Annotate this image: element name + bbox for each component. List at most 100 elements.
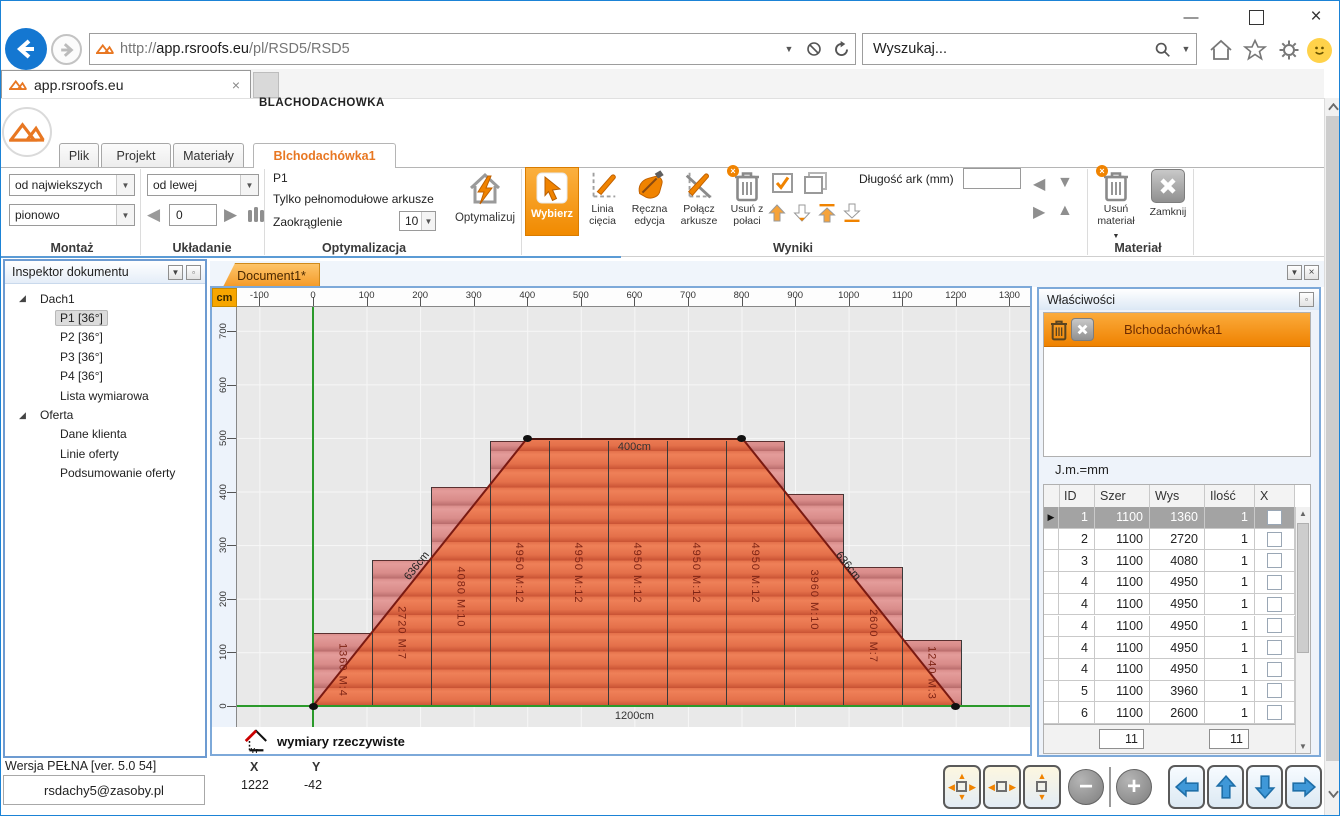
cell-x[interactable] — [1255, 594, 1295, 615]
cell-id[interactable]: 4 — [1059, 659, 1095, 680]
doc-tabs-dropdown-icon[interactable]: ▼ — [1287, 265, 1302, 280]
cell-szer[interactable]: 1100 — [1095, 637, 1150, 658]
merge-sheets-button[interactable]: Połącz arkusze — [675, 167, 723, 235]
ribbon-tab-plik[interactable]: Plik — [59, 143, 99, 167]
column-header-ilość[interactable]: Ilość — [1205, 485, 1255, 507]
smiley-feedback-icon[interactable] — [1307, 38, 1332, 63]
cell-id[interactable]: 2 — [1059, 529, 1095, 550]
table-row[interactable]: 4110049501 — [1044, 659, 1295, 681]
cell-x[interactable] — [1255, 702, 1295, 723]
cell-wys[interactable]: 4950 — [1150, 616, 1205, 637]
column-header-szer[interactable]: Szer — [1095, 485, 1150, 507]
corner-node[interactable] — [309, 703, 318, 710]
tree-item-podsumowanie-oferty[interactable]: Podsumowanie oferty — [5, 464, 204, 483]
browser-tab[interactable]: app.rsroofs.eu × — [1, 70, 251, 98]
close-icon[interactable]: × — [1304, 5, 1328, 29]
cell-id[interactable]: 1 — [1059, 507, 1095, 528]
cell-x[interactable] — [1255, 659, 1295, 680]
cell-ilość[interactable]: 1 — [1205, 572, 1255, 593]
cell-x[interactable] — [1255, 681, 1295, 702]
cell-ilość[interactable]: 1 — [1205, 659, 1255, 680]
new-tab-button[interactable] — [253, 72, 279, 98]
cell-ilość[interactable]: 1 — [1205, 616, 1255, 637]
row-checkbox[interactable] — [1267, 510, 1282, 525]
cell-x[interactable] — [1255, 507, 1295, 528]
url-bar[interactable]: http://app.rsroofs.eu/pl/RSD5/RSD5 ▼ — [89, 33, 856, 65]
tab-close-icon[interactable]: × — [222, 77, 250, 93]
tree-expander-icon[interactable]: ◢ — [19, 410, 35, 421]
cell-ilość[interactable]: 1 — [1205, 702, 1255, 723]
inspector-minimize-icon[interactable]: ▫ — [186, 265, 201, 280]
ribbon-tab-projekt[interactable]: Projekt — [101, 143, 171, 167]
stop-icon[interactable] — [801, 41, 827, 57]
table-row[interactable]: 4110049501 — [1044, 637, 1295, 659]
checkbox-unchecked-icon[interactable] — [803, 172, 827, 194]
cell-x[interactable] — [1255, 572, 1295, 593]
column-header-x[interactable]: X — [1255, 485, 1295, 507]
table-row[interactable]: 4110049501 — [1044, 572, 1295, 594]
material-header[interactable]: Blchodachówka1 — [1044, 313, 1310, 347]
cell-id[interactable]: 5 — [1059, 681, 1095, 702]
cell-ilość[interactable]: 1 — [1205, 529, 1255, 550]
direction-select[interactable]: pionowo▼ — [9, 204, 135, 226]
offset-right-arrow-icon[interactable]: ▶ — [224, 205, 237, 225]
doc-close-icon[interactable]: × — [1304, 265, 1319, 280]
row-checkbox[interactable] — [1267, 553, 1282, 568]
cell-id[interactable]: 3 — [1059, 550, 1095, 571]
nudge-down-icon[interactable]: ▼ — [1057, 174, 1073, 192]
row-checkbox[interactable] — [1267, 683, 1282, 698]
cell-id[interactable]: 4 — [1059, 572, 1095, 593]
cell-ilość[interactable]: 1 — [1205, 637, 1255, 658]
refresh-icon[interactable] — [827, 41, 855, 58]
minimize-icon[interactable]: — — [1179, 7, 1203, 27]
row-checkbox[interactable] — [1267, 640, 1282, 655]
corner-node[interactable] — [951, 703, 960, 710]
row-checkbox[interactable] — [1267, 705, 1282, 720]
cell-szer[interactable]: 1100 — [1095, 659, 1150, 680]
tree-item-linie-oferty[interactable]: Linie oferty — [5, 444, 204, 463]
cell-ilość[interactable]: 1 — [1205, 550, 1255, 571]
pan-down-button[interactable] — [1246, 765, 1283, 809]
table-scrollbar-thumb[interactable] — [1297, 523, 1309, 653]
cut-line-button[interactable]: Linia cięcia — [580, 167, 625, 235]
row-checkbox[interactable] — [1267, 597, 1282, 612]
scroll-down-icon[interactable] — [1328, 790, 1339, 798]
inspector-dropdown-icon[interactable]: ▼ — [168, 265, 183, 280]
cell-wys[interactable]: 2600 — [1150, 702, 1205, 723]
column-header-id[interactable]: ID — [1059, 485, 1095, 507]
cell-szer[interactable]: 1100 — [1095, 550, 1150, 571]
corner-node[interactable] — [737, 435, 746, 442]
tree-item-dane-klienta[interactable]: Dane klienta — [5, 425, 204, 444]
cell-id[interactable]: 6 — [1059, 702, 1095, 723]
zoom-fit-all-button[interactable]: ◀▶ ▲▼ — [943, 765, 981, 809]
scroll-up-icon[interactable] — [1328, 103, 1339, 111]
table-scroll-up-icon[interactable]: ▲ — [1296, 509, 1310, 518]
tree-item-p3-36-[interactable]: P3 [36°] — [5, 347, 204, 366]
cell-wys[interactable]: 4950 — [1150, 572, 1205, 593]
cell-szer[interactable]: 1100 — [1095, 681, 1150, 702]
properties-minimize-icon[interactable]: ▫ — [1299, 292, 1314, 307]
tree-item-p4-36-[interactable]: P4 [36°] — [5, 367, 204, 386]
move-up-icon[interactable] — [767, 203, 787, 223]
pan-up-button[interactable] — [1207, 765, 1244, 809]
document-tab[interactable]: Document1* — [223, 263, 320, 287]
cell-wys[interactable]: 3960 — [1150, 681, 1205, 702]
search-icon[interactable] — [1148, 41, 1176, 58]
remove-from-slope-button[interactable]: × Usuń z połaci — [725, 167, 769, 235]
url-dropdown-icon[interactable]: ▼ — [777, 44, 801, 54]
optimize-button[interactable]: Optymalizuj — [451, 167, 519, 235]
move-to-bottom-icon[interactable] — [842, 203, 862, 223]
cell-wys[interactable]: 4950 — [1150, 659, 1205, 680]
search-dropdown-icon[interactable]: ▼ — [1176, 44, 1196, 54]
home-icon[interactable] — [1207, 37, 1235, 63]
manual-edit-button[interactable]: Ręczna edycja — [627, 167, 672, 235]
tree-item-oferta[interactable]: ◢Oferta — [5, 405, 204, 424]
table-row[interactable]: 4110049501 — [1044, 594, 1295, 616]
table-scrollbar[interactable]: ▲▼ — [1295, 507, 1310, 753]
offset-left-arrow-icon[interactable]: ◀ — [147, 205, 160, 225]
select-tool-button[interactable]: Wybierz — [525, 167, 579, 236]
cell-szer[interactable]: 1100 — [1095, 594, 1150, 615]
cell-wys[interactable]: 2720 — [1150, 529, 1205, 550]
cell-id[interactable]: 4 — [1059, 637, 1095, 658]
zoom-in-button[interactable]: + — [1116, 769, 1152, 805]
